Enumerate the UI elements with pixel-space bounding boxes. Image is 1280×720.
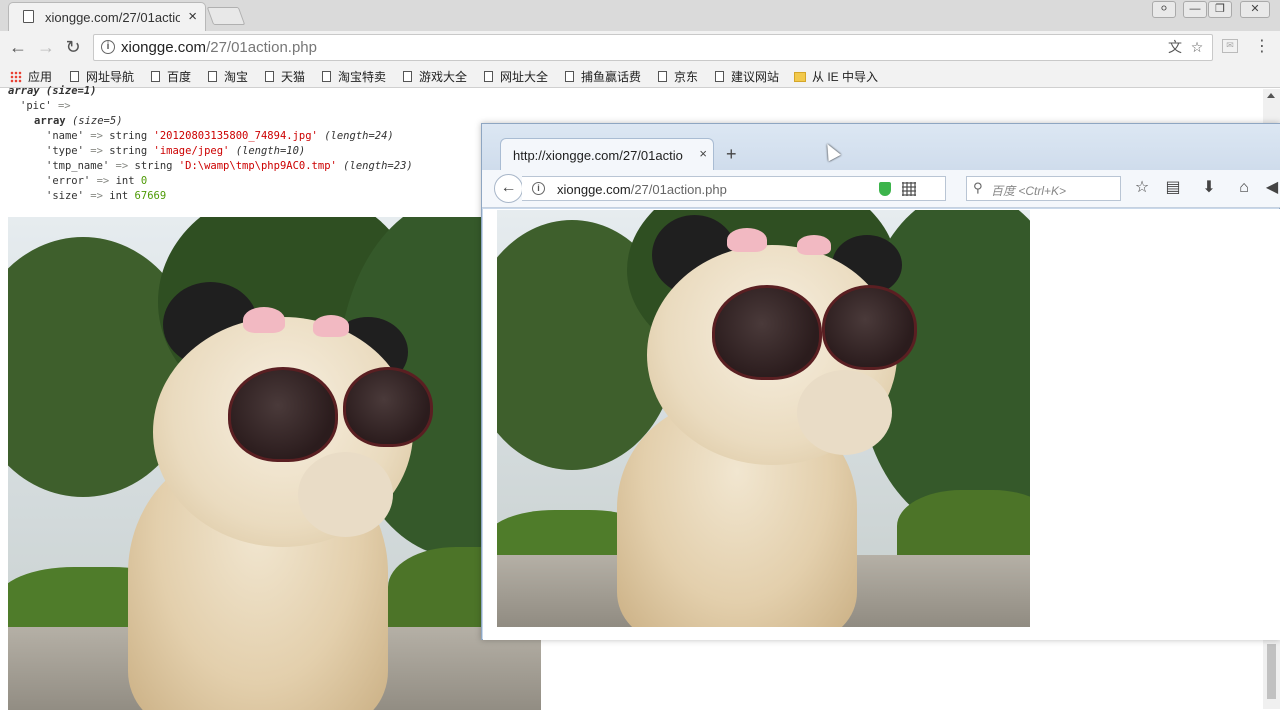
info-icon[interactable]: i: [101, 40, 115, 54]
var-dump-output: array (size=1)'pic' => array (size=5)'nam…: [0, 84, 480, 204]
restore-button[interactable]: ❐: [1208, 1, 1232, 18]
new-tab-button[interactable]: [206, 7, 246, 25]
chrome-titlebar: xiongge.com/27/01action.php × ⚪ — ❐ ✕: [0, 0, 1280, 31]
search-placeholder: 百度 <Ctrl+K>: [991, 184, 1067, 198]
address-bar[interactable]: i xiongge.com/27/01action.php 文 ☆: [93, 34, 1213, 61]
firefox-tabstrip: http://xiongge.com/27/01actio × +: [482, 124, 1280, 170]
firefox-address-bar[interactable]: i xiongge.com/27/01action.php ↻: [522, 176, 979, 201]
var-dump-line: array: [34, 115, 66, 127]
search-icon: ⚲: [973, 180, 983, 195]
shield-icon[interactable]: [879, 182, 891, 196]
minimize-button[interactable]: —: [1183, 1, 1207, 18]
firefox-tab[interactable]: http://xiongge.com/27/01actio ×: [500, 138, 714, 170]
uploaded-image: [8, 217, 541, 710]
overflow-icon[interactable]: ◀: [1265, 178, 1279, 198]
forward-button[interactable]: →: [36, 37, 56, 57]
scroll-up-icon[interactable]: [1267, 93, 1275, 98]
bookmark-item[interactable]: 天猫: [265, 68, 305, 84]
apps-icon: [10, 71, 22, 83]
chrome-tab-title: xiongge.com/27/01action.php: [45, 10, 180, 25]
close-tab-icon[interactable]: ×: [188, 8, 197, 25]
bookmark-star-icon[interactable]: ☆: [1132, 178, 1152, 198]
chrome-tab[interactable]: xiongge.com/27/01action.php ×: [8, 2, 206, 31]
firefox-navbar: ← i xiongge.com/27/01action.php ↻ ⚲ 百度 <…: [482, 170, 1280, 208]
bookmark-item[interactable]: 网址大全: [484, 68, 548, 84]
page-icon: [403, 71, 412, 82]
menu-icon[interactable]: ⋮: [1252, 37, 1272, 57]
scrollbar-thumb[interactable]: [1267, 644, 1276, 699]
firefox-tab-title: http://xiongge.com/27/01actio: [513, 148, 683, 163]
download-icon[interactable]: ⬇: [1199, 178, 1219, 198]
page-icon: [70, 71, 79, 82]
page-icon: [151, 71, 160, 82]
page-icon: [23, 10, 34, 23]
page-icon: [208, 71, 217, 82]
var-dump-row: 'error' => int 0: [46, 175, 148, 187]
close-tab-icon[interactable]: ×: [699, 146, 707, 161]
bookmark-item[interactable]: 百度: [151, 68, 191, 84]
address-url: xiongge.com/27/01action.php: [121, 39, 317, 56]
var-dump-line: array (size=1): [8, 85, 97, 97]
uploaded-image: [497, 210, 1030, 627]
bookmark-item[interactable]: 建议网站: [715, 68, 779, 84]
firefox-search-box[interactable]: ⚲ 百度 <Ctrl+K>: [966, 176, 1121, 201]
var-dump-key: 'pic': [20, 100, 52, 112]
firefox-window: http://xiongge.com/27/01actio × + ← i xi…: [481, 123, 1280, 640]
firefox-content: [483, 209, 1280, 640]
var-dump-row: 'tmp_name' => string 'D:\wamp\tmp\php9AC…: [46, 160, 413, 172]
reload-button[interactable]: ↻: [63, 37, 83, 57]
qr-code-icon[interactable]: [902, 182, 916, 196]
profile-icon[interactable]: ⚪: [1152, 1, 1176, 18]
bookmark-item[interactable]: 网址导航: [70, 68, 134, 84]
bookmark-item[interactable]: 游戏大全: [403, 68, 467, 84]
bookmark-folder[interactable]: 从 IE 中导入: [794, 68, 878, 84]
star-icon[interactable]: ☆: [1189, 39, 1205, 55]
bookmark-item[interactable]: 捕鱼赢话费: [565, 68, 641, 84]
folder-icon: [794, 72, 806, 82]
bookmark-item[interactable]: 淘宝特卖: [322, 68, 386, 84]
page-icon: [715, 71, 724, 82]
back-button[interactable]: ←: [494, 174, 523, 203]
info-icon[interactable]: i: [532, 182, 545, 195]
library-icon[interactable]: ▤: [1163, 178, 1183, 198]
bookmark-item[interactable]: 淘宝: [208, 68, 248, 84]
bookmark-apps[interactable]: 应用: [10, 68, 52, 84]
page-icon: [658, 71, 667, 82]
page-icon: [565, 71, 574, 82]
home-icon[interactable]: ⌂: [1234, 178, 1254, 198]
back-button[interactable]: ←: [8, 37, 28, 57]
var-dump-row: 'size' => int 67669: [46, 190, 167, 202]
page-icon: [322, 71, 331, 82]
new-tab-button[interactable]: +: [726, 144, 737, 165]
page-icon: [265, 71, 274, 82]
firefox-url: xiongge.com/27/01action.php: [557, 182, 727, 197]
page-icon: [484, 71, 493, 82]
bookmark-item[interactable]: 京东: [658, 68, 698, 84]
extension-icon[interactable]: ✉: [1222, 39, 1238, 53]
var-dump-row: 'name' => string '20120803135800_74894.j…: [46, 130, 394, 142]
translate-icon[interactable]: 文: [1167, 39, 1183, 55]
var-dump-row: 'type' => string 'image/jpeg' (length=10…: [46, 145, 306, 157]
chrome-toolbar: ← → ↻ i xiongge.com/27/01action.php 文 ☆ …: [0, 31, 1280, 63]
close-window-button[interactable]: ✕: [1240, 1, 1270, 18]
